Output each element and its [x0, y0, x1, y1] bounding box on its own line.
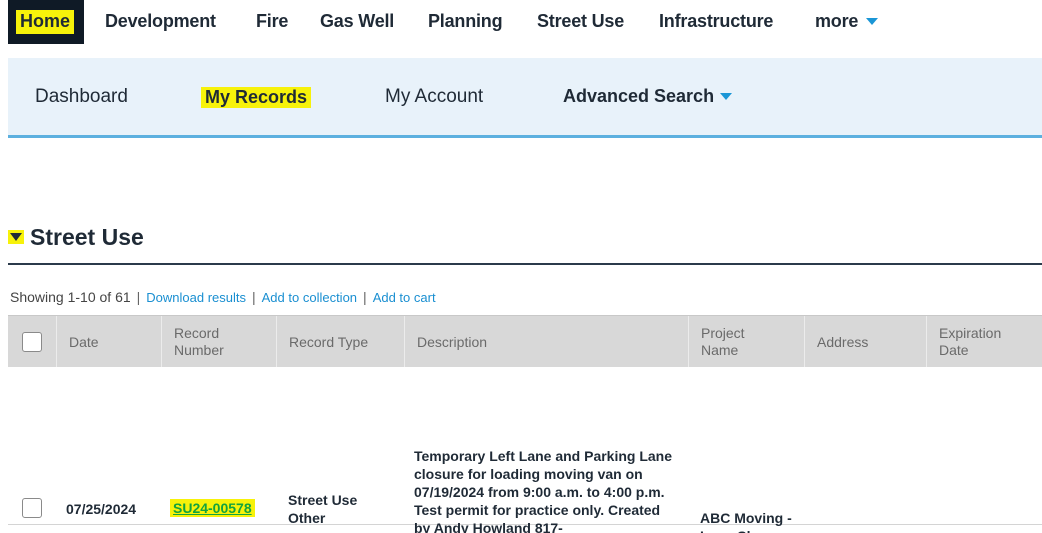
row-checkbox[interactable] [22, 498, 42, 518]
add-to-cart-link[interactable]: Add to cart [373, 290, 436, 305]
nav-tab-development[interactable]: Development [105, 11, 216, 32]
separator: | [136, 289, 141, 305]
nav-tab-more[interactable]: more [815, 11, 879, 32]
collapse-toggle-icon[interactable] [8, 230, 24, 244]
records-table: Date Record Number Record Type Descripti… [8, 315, 1042, 533]
subnav-advanced-search[interactable]: Advanced Search [563, 86, 733, 107]
column-header-expiration-date[interactable]: Expiration Date [926, 316, 1042, 368]
sub-navigation: Dashboard My Records My Account Advanced… [8, 58, 1042, 138]
row-description: Temporary Left Lane and Parking Lane clo… [414, 448, 673, 533]
nav-tab-home[interactable]: Home [8, 0, 84, 44]
separator: | [363, 289, 367, 305]
section-title: Street Use [30, 223, 144, 250]
nav-tab-street-use[interactable]: Street Use [537, 11, 624, 32]
table-header: Date Record Number Record Type Descripti… [8, 315, 1042, 368]
column-header-description[interactable]: Description [404, 316, 688, 368]
column-header-record-number-label: Record Number [174, 325, 224, 358]
results-toolbar: Showing 1-10 of 61 | Download results | … [10, 289, 436, 305]
top-navigation: Home Development Fire Gas Well Planning … [0, 0, 1042, 52]
nav-tab-home-label[interactable]: Home [16, 10, 75, 34]
download-results-link[interactable]: Download results [146, 290, 246, 305]
subnav-dashboard[interactable]: Dashboard [35, 86, 128, 108]
section-divider [8, 263, 1042, 265]
column-header-expiration-date-label: Expiration Date [939, 325, 1002, 358]
row-date: 07/25/2024 [66, 501, 137, 517]
row-record-number-cell: SU24-00578 [170, 499, 255, 517]
nav-tab-planning[interactable]: Planning [428, 11, 503, 32]
chevron-down-icon [720, 93, 733, 100]
column-header-record-type[interactable]: Record Type [276, 316, 404, 368]
subnav-advanced-search-label: Advanced Search [563, 86, 715, 106]
nav-tab-infrastructure[interactable]: Infrastructure [659, 11, 773, 32]
row-record-type: Street Use Other [288, 492, 358, 526]
chevron-down-icon [866, 18, 879, 25]
column-header-project-name-label: Project Name [701, 325, 745, 358]
column-header-project-name[interactable]: Project Name [688, 316, 804, 368]
column-header-date[interactable]: Date [56, 316, 161, 368]
column-header-address[interactable]: Address [804, 316, 926, 368]
separator: | [252, 289, 256, 305]
column-header-record-number[interactable]: Record Number [161, 316, 273, 368]
select-all-cell [8, 316, 56, 368]
nav-tab-more-label: more [815, 11, 859, 31]
subnav-my-account[interactable]: My Account [385, 86, 483, 108]
row-project-name: ABC Moving - Lane Closure [700, 510, 792, 533]
nav-tab-gas-well[interactable]: Gas Well [320, 11, 394, 32]
subnav-my-records[interactable]: My Records [201, 87, 312, 108]
add-to-collection-link[interactable]: Add to collection [262, 290, 357, 305]
record-number-link[interactable]: SU24-00578 [170, 499, 255, 517]
select-all-checkbox[interactable] [22, 332, 42, 352]
table-row: 07/25/2024 SU24-00578 Street Use Other T… [8, 367, 1042, 533]
street-use-section: Street Use [8, 222, 1042, 265]
section-header[interactable]: Street Use [8, 222, 1042, 252]
results-count: Showing 1-10 of 61 [10, 289, 131, 305]
nav-tab-fire[interactable]: Fire [256, 11, 288, 32]
